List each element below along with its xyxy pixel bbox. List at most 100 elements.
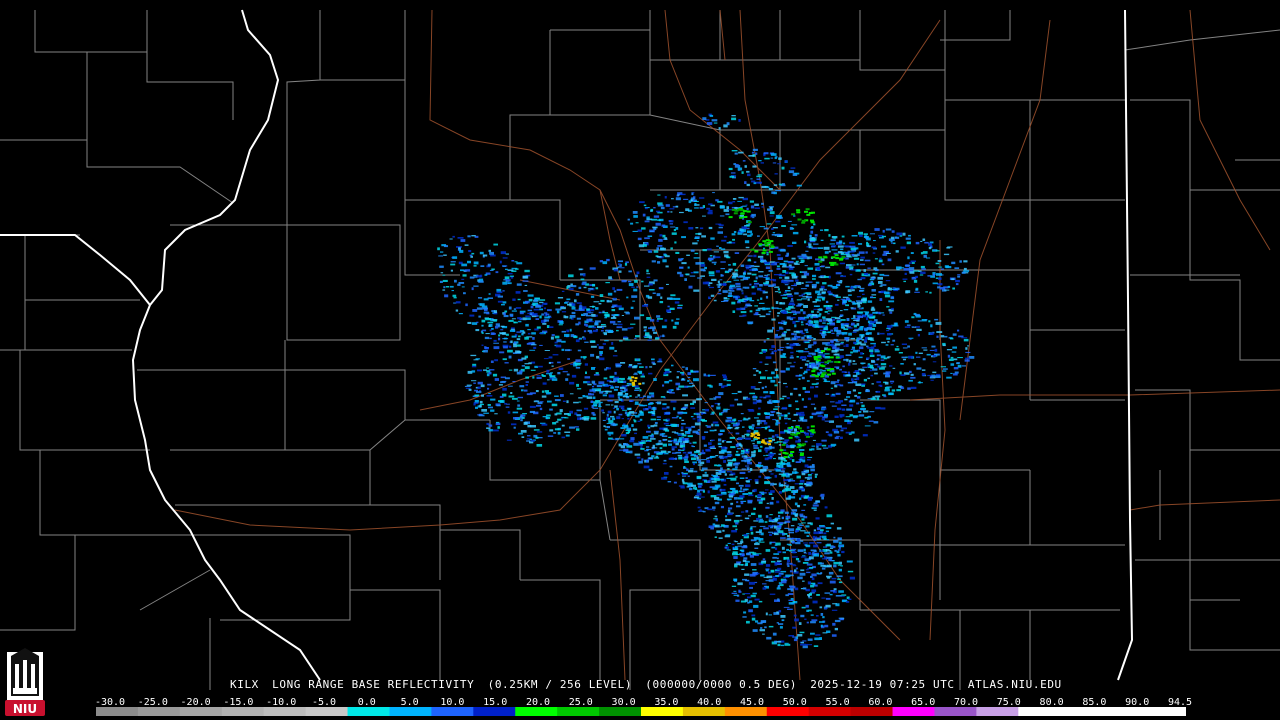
echo-pixel (800, 321, 804, 324)
echo-pixel (777, 521, 784, 525)
echo-pixel (811, 448, 815, 451)
echo-pixel (757, 235, 760, 237)
echo-pixel (768, 284, 774, 287)
echo-pixel (837, 578, 841, 580)
echo-pixel (647, 452, 650, 456)
echo-pixel (661, 407, 667, 410)
echo-pixel (769, 519, 775, 522)
echo-pixel (805, 250, 809, 252)
echo-pixel (726, 122, 730, 126)
echo-pixel (816, 445, 819, 448)
echo-pixel (797, 218, 802, 221)
echo-pixel (692, 400, 696, 404)
echo-pixel (783, 449, 787, 451)
echo-pixel (820, 624, 823, 627)
echo-pixel (848, 598, 852, 600)
echo-pixel (508, 319, 514, 322)
echo-pixel (790, 451, 795, 453)
echo-pixel (831, 332, 835, 334)
echo-pixel (809, 416, 814, 419)
echo-pixel (868, 324, 873, 327)
echo-pixel (860, 277, 866, 280)
echo-pixel (739, 553, 742, 556)
echo-pixel (621, 418, 624, 420)
echo-pixel (549, 429, 554, 432)
echo-pixel (725, 213, 730, 216)
echo-pixel (702, 409, 706, 411)
echo-pixel (442, 279, 448, 282)
echo-pixel (568, 274, 574, 278)
echo-pixel (811, 363, 816, 366)
echo-pixel (721, 283, 727, 286)
echo-pixel (826, 556, 833, 559)
echo-pixel (693, 470, 698, 473)
echo-pixel (513, 308, 517, 310)
echo-pixel (623, 425, 629, 429)
echo-pixel (786, 252, 789, 256)
echo-pixel (659, 301, 664, 304)
echo-pixel (730, 487, 736, 490)
echo-pixel (768, 470, 772, 473)
echo-pixel (702, 474, 709, 477)
echo-pixel (467, 260, 471, 264)
echo-pixel (768, 525, 772, 528)
echo-pixel (883, 291, 890, 295)
echo-pixel (613, 379, 617, 382)
echo-pixel (554, 335, 560, 339)
echo-pixel (679, 274, 684, 277)
echo-pixel (646, 317, 651, 320)
echo-pixel (787, 559, 791, 563)
echo-pixel (578, 397, 583, 399)
echo-pixel (824, 592, 831, 594)
echo-pixel (889, 380, 895, 383)
echo-pixel (728, 432, 733, 434)
echo-pixel (750, 526, 757, 528)
echo-pixel (458, 247, 461, 250)
echo-pixel (721, 440, 725, 443)
echo-pixel (811, 507, 817, 510)
echo-pixel (527, 309, 533, 312)
echo-pixel (472, 309, 478, 312)
echo-pixel (613, 290, 617, 293)
echo-pixel (841, 235, 845, 238)
echo-pixel (792, 565, 797, 567)
echo-pixel (790, 317, 796, 319)
echo-pixel (795, 558, 800, 561)
echo-pixel (608, 417, 611, 421)
echo-pixel (854, 285, 861, 287)
echo-pixel (848, 372, 851, 375)
echo-pixel (793, 638, 798, 642)
echo-pixel (814, 473, 818, 476)
echo-pixel (765, 515, 769, 518)
echo-pixel (664, 368, 670, 372)
echo-pixel (547, 435, 554, 437)
echo-pixel (824, 420, 831, 422)
colorbar-segment (305, 707, 349, 716)
echo-pixel (618, 438, 625, 440)
echo-pixel (611, 438, 615, 440)
echo-pixel (687, 482, 693, 485)
echo-pixel (548, 362, 551, 364)
echo-pixel (641, 280, 644, 283)
echo-pixel (571, 303, 576, 306)
echo-pixel (740, 413, 744, 415)
echo-pixel (696, 456, 699, 460)
echo-pixel (866, 345, 869, 348)
echo-pixel (934, 318, 939, 321)
echo-pixel (963, 338, 969, 342)
echo-pixel (692, 242, 698, 245)
echo-pixel (556, 339, 562, 343)
echo-pixel (787, 220, 792, 222)
echo-pixel (867, 283, 872, 287)
echo-pixel (760, 260, 763, 263)
echo-pixel (935, 375, 941, 378)
echo-pixel (740, 452, 745, 455)
echo-pixel (507, 411, 511, 414)
echo-pixel (684, 455, 689, 459)
echo-pixel (522, 275, 529, 279)
echo-pixel (950, 372, 953, 374)
echo-pixel (647, 235, 653, 237)
echo-pixel (804, 477, 809, 479)
echo-pixel (724, 473, 727, 476)
echo-pixel (529, 410, 535, 413)
